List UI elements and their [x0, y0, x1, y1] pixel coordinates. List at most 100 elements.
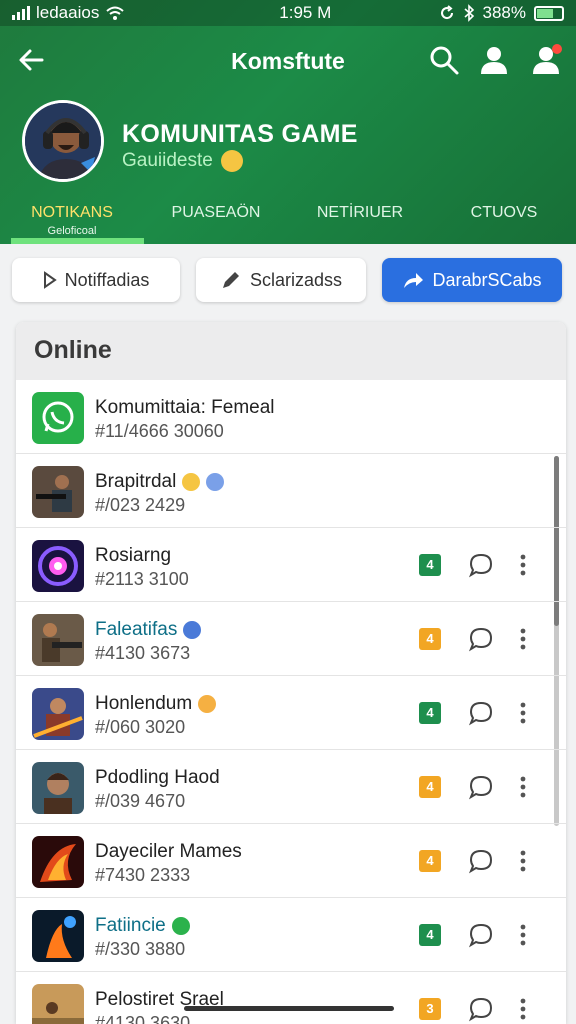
item-name: Rosiarng	[95, 545, 171, 567]
chat-bubble-icon	[468, 923, 493, 948]
list-item[interactable]: Honlendum #/060 3020 4	[16, 676, 566, 750]
notification-dot	[552, 44, 562, 54]
item-name: Faleatifas	[95, 619, 202, 641]
chat-bubble-icon	[468, 553, 493, 578]
more-options-button[interactable]	[516, 552, 530, 578]
battery-icon	[534, 5, 564, 21]
emoji-icon	[171, 916, 190, 935]
count-badge: 4	[419, 850, 441, 872]
carrier-label: ledaaios	[36, 3, 100, 22]
item-thumbnail	[32, 688, 84, 740]
chat-button[interactable]	[468, 996, 494, 1022]
search-button[interactable]	[426, 42, 462, 78]
chat-button[interactable]	[468, 774, 494, 800]
list-item[interactable]: Pdodling Haod #/039 4670 4	[16, 750, 566, 824]
tab-label: CTUOVS	[470, 204, 538, 221]
active-tab-indicator	[11, 238, 144, 244]
tab-label: NOTIKANS	[31, 204, 113, 221]
share-action-button[interactable]: DarabrSCabs	[382, 258, 562, 302]
item-id: #11/4666 30060	[95, 421, 224, 441]
emoji-icon	[182, 472, 201, 491]
item-name: Komumittaia: Femeal	[95, 397, 275, 419]
action-label: DarabrSCabs	[432, 269, 542, 290]
emoji-icon	[183, 620, 202, 639]
item-thumbnail	[32, 910, 84, 962]
item-thumbnail	[32, 392, 84, 444]
profile-header: ledaaios 1:95 M 388% Komsftute KOMUNITAS…	[0, 0, 576, 244]
list-item[interactable]: Komumittaia: Femeal #11/4666 30060	[16, 380, 566, 454]
profile-subtitle-text: Gauiideste	[122, 150, 213, 172]
count-badge: 4	[419, 628, 441, 650]
item-name: Pdodling Haod	[95, 767, 220, 789]
wifi-icon	[106, 6, 124, 20]
item-id: #/023 2429	[95, 495, 186, 515]
battery-percent: 388%	[482, 3, 526, 22]
notifications-action-button[interactable]: Notiffadias	[12, 258, 180, 302]
item-id: #/330 3880	[95, 939, 186, 959]
tab-bar: NOTIKANS Geloficoal PUASEAÖN NETİRIUER C…	[0, 196, 576, 244]
item-thumbnail	[32, 836, 84, 888]
more-options-button[interactable]	[516, 626, 530, 652]
chat-button[interactable]	[468, 848, 494, 874]
list-item[interactable]: Rosiarng #2113 3100 4	[16, 528, 566, 602]
item-name-text: Pdodling Haod	[95, 767, 220, 788]
profile-button[interactable]	[476, 42, 512, 78]
tab-label: NETİRIUER	[316, 204, 404, 221]
item-name: Dayeciler Mames	[95, 841, 242, 863]
more-vertical-icon	[520, 924, 526, 946]
chat-bubble-icon	[468, 997, 493, 1022]
more-vertical-icon	[520, 702, 526, 724]
chat-bubble-icon	[468, 627, 493, 652]
status-time: 1:95 M	[279, 3, 332, 22]
more-options-button[interactable]	[516, 922, 530, 948]
item-name-text: Honlendum	[95, 693, 193, 714]
list-item[interactable]: Fatiincie #/330 3880 4	[16, 898, 566, 972]
item-thumbnail	[32, 466, 84, 518]
item-id: #7430 2333	[95, 865, 191, 885]
item-name-text: Rosiarng	[95, 545, 172, 566]
bluetooth-icon	[463, 4, 474, 22]
action-label: Notiffadias	[64, 269, 150, 290]
tab-netiriuer[interactable]: NETİRIUER	[288, 196, 432, 244]
edit-action-button[interactable]: Sclarizadss	[196, 258, 366, 302]
chat-button[interactable]	[468, 700, 494, 726]
panel-title: Online	[16, 322, 566, 380]
chat-bubble-icon	[468, 701, 493, 726]
chat-button[interactable]	[468, 922, 494, 948]
chat-bubble-icon	[468, 775, 493, 800]
share-arrow-icon	[404, 273, 424, 288]
chat-button[interactable]	[468, 626, 494, 652]
more-options-button[interactable]	[516, 774, 530, 800]
list-item[interactable]: Brapitrdal #/023 2429	[16, 454, 566, 528]
tab-notifications[interactable]: NOTIKANS Geloficoal	[0, 196, 144, 244]
item-id: #/039 4670	[95, 791, 186, 811]
profile-avatar[interactable]	[22, 100, 104, 182]
list-item[interactable]: Dayeciler Mames #7430 2333 4	[16, 824, 566, 898]
sync-icon	[440, 5, 453, 20]
count-badge: 4	[419, 924, 441, 946]
tab-ctuovs[interactable]: CTUOVS	[432, 196, 576, 244]
count-badge: 4	[419, 702, 441, 724]
more-vertical-icon	[520, 850, 526, 872]
notifications-button[interactable]	[528, 42, 564, 78]
more-options-button[interactable]	[516, 700, 530, 726]
online-list: Komumittaia: Femeal #11/4666 30060 Brapitr…	[16, 380, 566, 1024]
action-label: Sclarizadss	[249, 269, 343, 290]
online-panel: Online Komumittaia: Femeal #11/4666 30060…	[16, 322, 566, 1024]
count-badge: 4	[419, 776, 441, 798]
item-id: #4130 3673	[95, 643, 191, 663]
list-item[interactable]: Pelostiret Srael #4130 3630 3	[16, 972, 566, 1024]
emoji-icon	[220, 150, 243, 172]
item-thumbnail	[32, 614, 84, 666]
chat-button[interactable]	[468, 552, 494, 578]
list-item[interactable]: Faleatifas #4130 3673 4	[16, 602, 566, 676]
more-vertical-icon	[520, 776, 526, 798]
more-options-button[interactable]	[516, 848, 530, 874]
home-indicator[interactable]	[184, 1006, 394, 1011]
item-thumbnail	[32, 540, 84, 592]
more-vertical-icon	[520, 554, 526, 576]
gamer-avatar-icon	[25, 103, 101, 179]
item-id: #2113 3100	[95, 569, 189, 589]
more-options-button[interactable]	[516, 996, 530, 1022]
tab-puaseaon[interactable]: PUASEAÖN	[144, 196, 288, 244]
